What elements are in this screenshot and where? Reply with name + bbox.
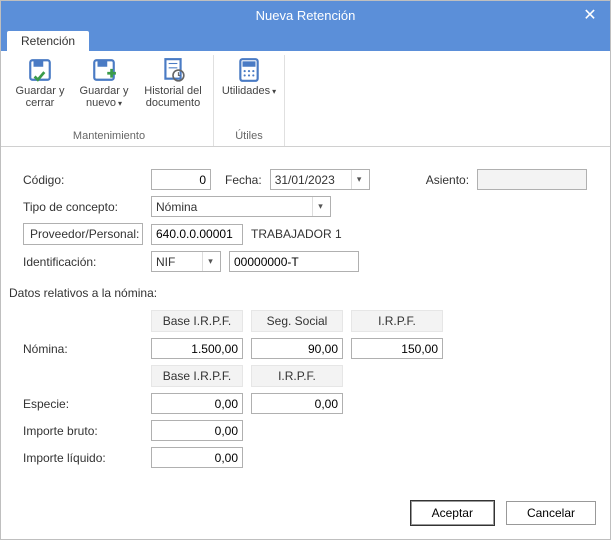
proveedor-name: TRABAJADOR 1 bbox=[251, 227, 342, 241]
liquido-label: Importe líquido: bbox=[23, 451, 143, 465]
close-icon: ✕ bbox=[583, 5, 596, 25]
bruto-input[interactable] bbox=[151, 420, 243, 441]
cancel-button[interactable]: Cancelar bbox=[506, 501, 596, 525]
ribbon: Guardar y cerrar Guardar y nuevo▾ Histor… bbox=[1, 51, 610, 147]
nomina-section-label: Datos relativos a la nómina: bbox=[9, 286, 588, 300]
save-new-icon bbox=[91, 57, 117, 83]
header-irpf: I.R.P.F. bbox=[351, 310, 443, 332]
nomina-irpf-input[interactable] bbox=[351, 338, 443, 359]
codigo-input[interactable] bbox=[151, 169, 211, 190]
especie-base-input[interactable] bbox=[151, 393, 243, 414]
history-button[interactable]: Historial del documento bbox=[139, 55, 207, 128]
nomina-seg-input[interactable] bbox=[251, 338, 343, 359]
proveedor-button[interactable]: Proveedor/Personal: bbox=[23, 223, 143, 245]
save-close-button[interactable]: Guardar y cerrar bbox=[11, 55, 69, 128]
proveedor-code-input[interactable] bbox=[151, 224, 243, 245]
ribbon-group-mantenimiento: Guardar y cerrar Guardar y nuevo▾ Histor… bbox=[5, 55, 214, 146]
chevron-down-icon: ▾ bbox=[272, 87, 276, 96]
calculator-icon bbox=[236, 57, 262, 83]
ident-type-value: NIF bbox=[156, 255, 175, 269]
history-icon bbox=[160, 57, 186, 83]
fecha-value: 31/01/2023 bbox=[275, 173, 335, 187]
dialog-window: Nueva Retención ✕ Retención Guardar y ce… bbox=[0, 0, 611, 540]
footer: Aceptar Cancelar bbox=[1, 491, 610, 539]
window-title: Nueva Retención bbox=[256, 8, 356, 23]
close-button[interactable]: ✕ bbox=[570, 1, 610, 29]
save-close-icon bbox=[27, 57, 53, 83]
header-irpf2: I.R.P.F. bbox=[251, 365, 343, 387]
chevron-down-icon[interactable]: ▾ bbox=[202, 252, 218, 271]
tabstrip: Retención bbox=[1, 29, 610, 51]
save-new-button[interactable]: Guardar y nuevo▾ bbox=[75, 55, 133, 128]
tipo-select[interactable]: Nómina ▾ bbox=[151, 196, 331, 217]
fecha-label: Fecha: bbox=[225, 173, 262, 187]
ident-type-select[interactable]: NIF ▾ bbox=[151, 251, 221, 272]
liquido-input[interactable] bbox=[151, 447, 243, 468]
ident-label: Identificación: bbox=[23, 255, 143, 269]
ribbon-group-label: Útiles bbox=[235, 128, 263, 146]
header-seg: Seg. Social bbox=[251, 310, 343, 332]
ident-value-input[interactable] bbox=[229, 251, 359, 272]
tab-retencion[interactable]: Retención bbox=[7, 31, 89, 51]
history-label: Historial del documento bbox=[139, 85, 207, 109]
asiento-label: Asiento: bbox=[426, 173, 469, 187]
tipo-label: Tipo de concepto: bbox=[23, 200, 143, 214]
nomina-label: Nómina: bbox=[23, 342, 143, 356]
tipo-value: Nómina bbox=[156, 200, 197, 214]
chevron-down-icon[interactable]: ▾ bbox=[312, 197, 328, 216]
chevron-down-icon: ▾ bbox=[118, 99, 122, 108]
chevron-down-icon[interactable]: ▾ bbox=[351, 170, 367, 189]
especie-label: Especie: bbox=[23, 397, 143, 411]
save-new-label: Guardar y nuevo▾ bbox=[75, 85, 133, 109]
form-body: Código: Fecha: 31/01/2023 ▾ Asiento: Tip… bbox=[1, 147, 610, 491]
header-base2: Base I.R.P.F. bbox=[151, 365, 243, 387]
codigo-label: Código: bbox=[23, 173, 143, 187]
save-close-label: Guardar y cerrar bbox=[11, 85, 69, 109]
header-base: Base I.R.P.F. bbox=[151, 310, 243, 332]
utilities-button[interactable]: Utilidades▾ bbox=[220, 55, 278, 128]
titlebar: Nueva Retención ✕ bbox=[1, 1, 610, 29]
fecha-input[interactable]: 31/01/2023 ▾ bbox=[270, 169, 370, 190]
especie-irpf-input[interactable] bbox=[251, 393, 343, 414]
nomina-base-input[interactable] bbox=[151, 338, 243, 359]
ribbon-group-utiles: Utilidades▾ Útiles bbox=[214, 55, 285, 146]
asiento-input bbox=[477, 169, 587, 190]
utilities-label: Utilidades▾ bbox=[222, 85, 276, 97]
bruto-label: Importe bruto: bbox=[23, 424, 143, 438]
ribbon-group-label: Mantenimiento bbox=[73, 128, 145, 146]
accept-button[interactable]: Aceptar bbox=[411, 501, 494, 525]
